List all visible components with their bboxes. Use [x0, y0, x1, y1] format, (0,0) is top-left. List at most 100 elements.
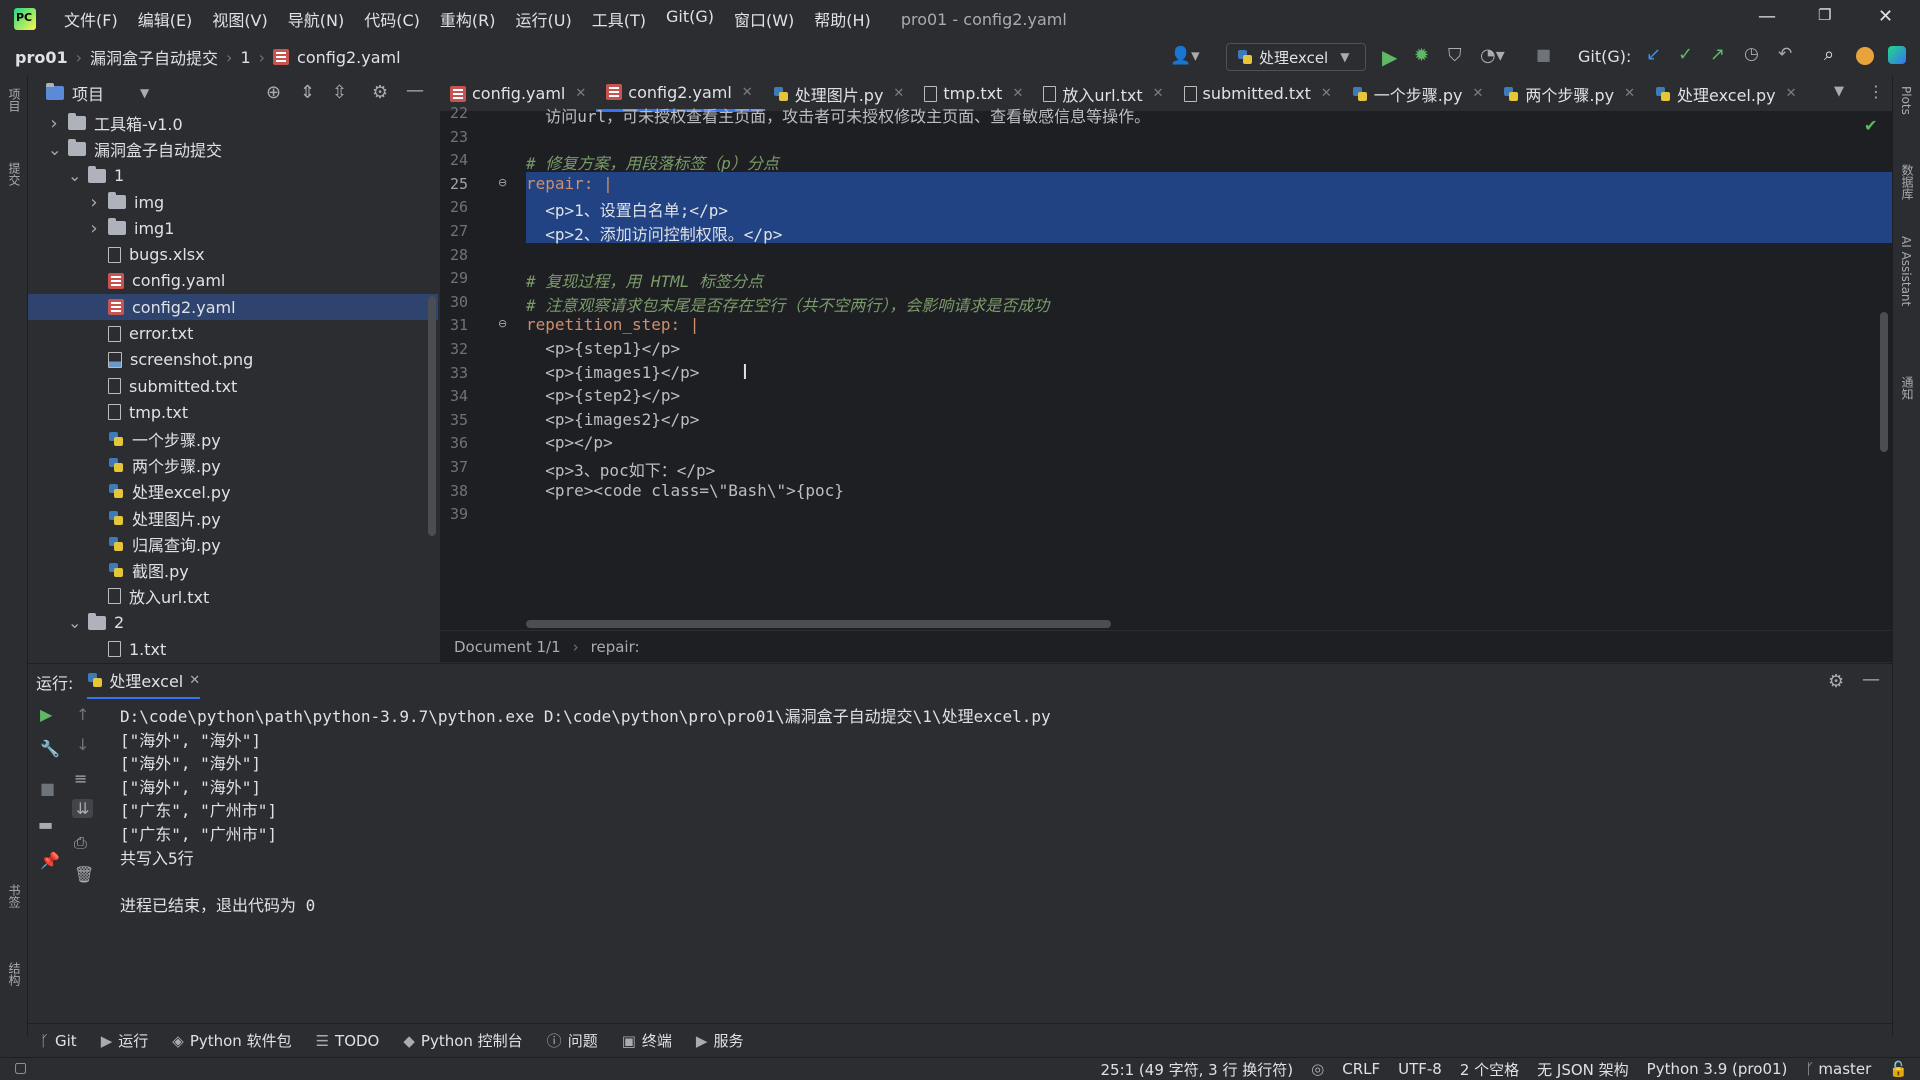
code-line[interactable]: <p>{images2}</p> — [526, 410, 699, 429]
line-number[interactable]: 25 — [440, 175, 468, 193]
tree-item[interactable]: 一个步骤.py — [28, 426, 438, 452]
code-line[interactable]: 访问url，可未授权查看主页面，攻击者可未授权修改主页面、查看敏感信息等操作。 — [526, 103, 1150, 127]
collapse-all-icon[interactable]: ⇳ — [332, 82, 347, 103]
code-line[interactable]: # 注意观察请求包末尾是否存在空行（共不空两行），会影响请求是否成功 — [526, 292, 1049, 316]
pin-icon[interactable]: 📌 — [40, 851, 60, 870]
ai-status-icon[interactable]: ◎ — [1311, 1060, 1324, 1078]
settings-icon[interactable]: ⚙ — [1828, 671, 1844, 692]
tool-window-tab[interactable]: ᚴ Git — [40, 1032, 77, 1050]
profile-icon[interactable]: ◔▾ — [1480, 45, 1505, 66]
tool-window-tab[interactable]: ☰ TODO — [316, 1032, 380, 1050]
code-editor[interactable]: 22 访问url，可未授权查看主页面，攻击者可未授权修改主页面、查看敏感信息等操… — [440, 104, 1892, 630]
close-tab-icon[interactable]: ✕ — [575, 86, 586, 101]
tabs-dropdown-icon[interactable]: ▼ — [1834, 84, 1844, 99]
code-line[interactable]: repair: | — [526, 174, 613, 193]
update-icon[interactable] — [1856, 47, 1874, 65]
chevron-down-icon[interactable]: ⌄ — [68, 613, 81, 632]
file-encoding[interactable]: UTF-8 — [1398, 1060, 1442, 1078]
close-tab-icon[interactable]: ✕ — [742, 85, 753, 100]
menu-item[interactable]: 导航(N) — [278, 7, 354, 31]
menu-item[interactable]: 编辑(E) — [128, 7, 203, 31]
more-icon[interactable]: ⋮ — [1868, 82, 1884, 101]
scroll-to-end-icon[interactable]: ⇊ — [72, 799, 94, 818]
close-tab-icon[interactable]: ✕ — [1624, 86, 1635, 101]
git-rollback-icon[interactable]: ↶ — [1778, 44, 1792, 64]
toggle-panels-icon[interactable]: ▢ — [14, 1060, 27, 1076]
breadcrumb-project[interactable]: pro01 — [15, 48, 68, 67]
git-branch[interactable]: ᚴ master — [1805, 1060, 1871, 1078]
line-number[interactable]: 39 — [440, 505, 468, 523]
line-number[interactable]: 32 — [440, 340, 468, 358]
editor-vertical-scrollbar[interactable] — [1880, 312, 1888, 452]
chevron-down-icon[interactable]: ⌄ — [68, 166, 81, 185]
line-number[interactable]: 29 — [440, 269, 468, 287]
line-number[interactable]: 23 — [440, 128, 468, 146]
run-tab[interactable]: 处理excel ✕ — [87, 664, 201, 700]
tool-window-tab[interactable]: ◈ Python 软件包 — [172, 1030, 291, 1051]
tree-item[interactable]: config.yaml — [28, 268, 438, 294]
line-number[interactable]: 37 — [440, 458, 468, 476]
tool-window-tab[interactable]: ⓘ 问题 — [547, 1030, 598, 1051]
breadcrumb-folder[interactable]: 漏洞盒子自动提交 — [90, 45, 218, 69]
clear-icon[interactable]: 🗑 — [74, 865, 94, 884]
line-separator[interactable]: CRLF — [1342, 1060, 1380, 1078]
code-line[interactable]: <p>{step1}</p> — [526, 339, 680, 358]
debug-icon[interactable]: ✹ — [1414, 45, 1429, 66]
stripe-ai-assistant[interactable]: AI Assistant — [1899, 236, 1913, 306]
line-number[interactable]: 22 — [440, 104, 468, 122]
stripe-commit[interactable]: 提交 — [6, 162, 23, 186]
fold-icon[interactable]: ⊖ — [498, 176, 507, 189]
code-line[interactable]: # 复现过程，用 HTML 标签分点 — [526, 268, 763, 292]
fold-icon[interactable]: ⊖ — [498, 317, 507, 330]
tool-window-tab[interactable]: ▣ 终端 — [622, 1030, 672, 1051]
python-interpreter[interactable]: Python 3.9 (pro01) — [1647, 1060, 1788, 1078]
editor-tab[interactable]: submitted.txt ✕ — [1174, 76, 1342, 112]
coverage-icon[interactable]: ⛉ — [1448, 45, 1462, 66]
project-panel-title[interactable]: 项目 — [72, 81, 104, 105]
expand-all-icon[interactable]: ⇕ — [300, 82, 315, 103]
line-number[interactable]: 34 — [440, 387, 468, 405]
code-line[interactable]: repetition_step: | — [526, 315, 699, 334]
yaml-path[interactable]: repair: — [591, 638, 640, 656]
run-icon[interactable]: ▶ — [1382, 45, 1397, 69]
line-number[interactable]: 26 — [440, 198, 468, 216]
tree-item[interactable]: › img1 — [28, 215, 438, 241]
close-tab-icon[interactable]: ✕ — [1321, 86, 1332, 101]
stripe-structure[interactable]: 结构 — [6, 962, 23, 986]
menu-item[interactable]: 帮助(H) — [804, 7, 881, 31]
inspection-ok-icon[interactable]: ✔ — [1864, 116, 1877, 135]
stop-icon[interactable]: ■ — [1536, 45, 1551, 64]
json-schema[interactable]: 无 JSON 架构 — [1537, 1059, 1629, 1080]
editor-tab[interactable]: 两个步骤.py ✕ — [1493, 76, 1645, 112]
minimize-icon[interactable]: — — [1758, 6, 1776, 27]
line-number[interactable]: 28 — [440, 246, 468, 264]
close-tab-icon[interactable]: ✕ — [1472, 86, 1483, 101]
wrench-icon[interactable]: 🔧 — [40, 739, 60, 758]
menu-item[interactable]: 重构(R) — [430, 7, 506, 31]
code-line[interactable]: <p>{step2}</p> — [526, 386, 680, 405]
editor-tab[interactable]: 一个步骤.py ✕ — [1342, 76, 1494, 112]
tree-item[interactable]: 截图.py — [28, 557, 438, 583]
line-number[interactable]: 31 — [440, 316, 468, 334]
settings-icon[interactable]: ⚙ — [372, 82, 388, 103]
tree-item[interactable]: 处理图片.py — [28, 504, 438, 530]
menu-item[interactable]: 窗口(W) — [724, 7, 804, 31]
hide-icon[interactable]: — — [406, 80, 424, 101]
editor-horizontal-scrollbar[interactable] — [526, 620, 1111, 628]
lock-icon[interactable]: 🔓 — [1889, 1060, 1908, 1078]
line-number[interactable]: 24 — [440, 151, 468, 169]
tree-item[interactable]: ⌄ 漏洞盒子自动提交 — [28, 136, 438, 162]
tree-item[interactable]: › 工具箱-v1.0 — [28, 110, 438, 136]
menu-item[interactable]: 文件(F) — [54, 7, 128, 31]
tree-item[interactable]: ⌄ 2 — [28, 610, 438, 636]
close-tab-icon[interactable]: ✕ — [189, 673, 200, 688]
chevron-right-icon[interactable]: › — [88, 192, 100, 213]
git-commit-icon[interactable]: ✓ — [1678, 44, 1693, 65]
chevron-right-icon[interactable]: › — [48, 113, 60, 134]
tree-item[interactable]: screenshot.png — [28, 347, 438, 373]
tree-item[interactable]: ⌄ 1 — [28, 163, 438, 189]
line-number[interactable]: 35 — [440, 411, 468, 429]
tree-item[interactable]: › img — [28, 189, 438, 215]
tree-item[interactable]: 1.txt — [28, 636, 438, 662]
code-line[interactable]: <p>{images1}</p> — [526, 363, 699, 382]
